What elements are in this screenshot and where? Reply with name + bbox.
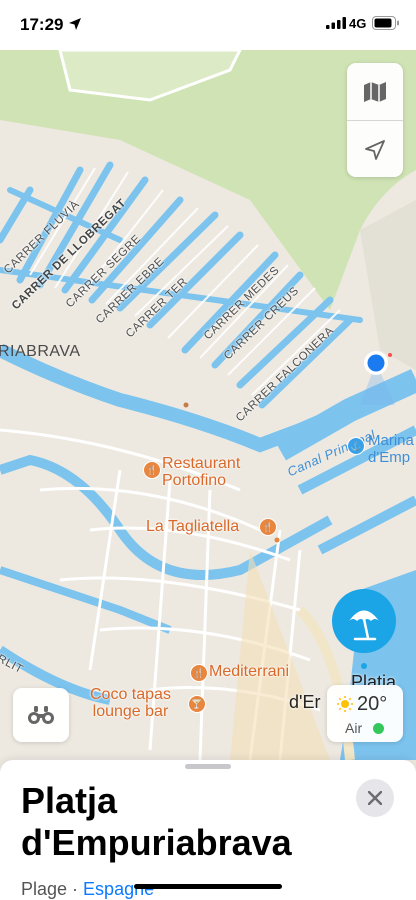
map-icon xyxy=(364,81,386,102)
restaurant-fork-knife-icon[interactable]: 🍴 xyxy=(143,461,161,479)
place-subtitle: Plage · Espagne xyxy=(21,879,154,900)
place-card[interactable]: Platja d'Empuriabrava Plage · Espagne xyxy=(0,760,416,900)
restaurant-fork-knife-icon[interactable]: 🍴 xyxy=(190,664,208,682)
weather-widget[interactable]: 20° Air xyxy=(327,685,403,742)
weather-temperature: 20° xyxy=(357,693,388,715)
place-category: Plage xyxy=(21,879,68,899)
close-button[interactable] xyxy=(356,779,394,817)
location-arrow-outline-icon xyxy=(365,139,385,160)
marina-label[interactable]: Marina d'Emp xyxy=(368,432,414,466)
subtitle-separator: · xyxy=(67,879,84,899)
beach-umbrella-icon xyxy=(332,589,396,669)
cellular-signal-icon xyxy=(326,17,346,29)
network-type: 4G xyxy=(349,16,367,31)
location-arrow-icon xyxy=(69,18,81,30)
selected-beach-pin[interactable] xyxy=(331,588,397,669)
binoculars-icon xyxy=(28,706,54,724)
poi-restaurant-portofino[interactable]: Restaurant Portofino xyxy=(162,455,240,489)
battery-icon xyxy=(372,16,399,30)
place-title: Platja d'Empuriabrava xyxy=(21,780,292,863)
air-quality-indicator xyxy=(373,723,384,734)
poi-coco-tapas[interactable]: Coco tapas lounge bar xyxy=(90,686,171,720)
poi-label-line: lounge bar xyxy=(92,703,169,720)
cocktail-icon[interactable]: 🍸 xyxy=(188,695,206,713)
restaurant-fork-knife-icon[interactable]: 🍴 xyxy=(259,518,277,536)
marina-label-line: Marina xyxy=(368,432,414,449)
poi-label-line: Restaurant xyxy=(162,455,241,472)
district-label: RIABRAVA xyxy=(0,343,81,360)
status-bar: 17:29 4G xyxy=(0,0,416,50)
poi-label-line: Portofino xyxy=(162,472,227,489)
status-time: 17:29 xyxy=(20,15,64,34)
map-mode-button[interactable] xyxy=(347,63,403,120)
place-country-link[interactable]: Espagne xyxy=(83,879,154,899)
locate-me-button[interactable] xyxy=(347,121,403,178)
close-icon xyxy=(368,791,382,805)
map-controls xyxy=(347,63,403,177)
poi-mediterrani[interactable]: Mediterrani xyxy=(209,663,289,680)
home-indicator[interactable] xyxy=(134,884,282,889)
poi-label-line: Coco tapas xyxy=(90,686,171,703)
air-quality-label: Air xyxy=(345,720,363,736)
sun-icon xyxy=(337,696,353,712)
look-around-button[interactable] xyxy=(13,688,69,742)
marina-label-line: d'Emp xyxy=(368,449,411,466)
sheet-grabber[interactable] xyxy=(185,764,231,769)
poi-la-tagliatella[interactable]: La Tagliatella xyxy=(146,518,239,535)
marina-icon: ⚓ xyxy=(347,437,365,455)
